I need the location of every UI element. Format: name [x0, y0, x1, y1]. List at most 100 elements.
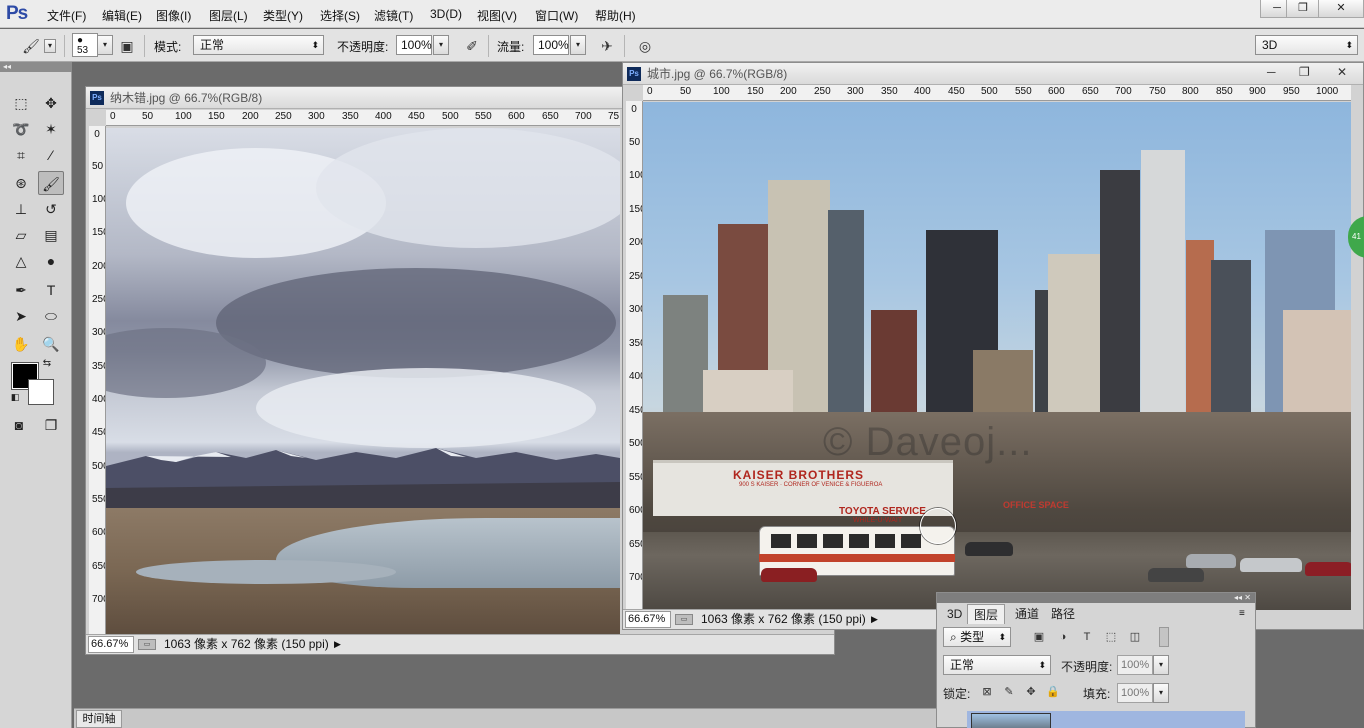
swap-colors-icon[interactable]: ⇆: [40, 357, 54, 371]
menu-layer[interactable]: 图层(L): [209, 7, 248, 24]
brush-tool-icon[interactable]: 🖌: [38, 171, 64, 195]
gradient-tool-icon[interactable]: ▤: [38, 223, 64, 247]
hand-tool-icon[interactable]: ✋: [8, 332, 34, 356]
tab-channels[interactable]: 通道: [1009, 604, 1045, 624]
path-selection-tool-icon[interactable]: ➤: [8, 304, 34, 328]
clone-stamp-tool-icon[interactable]: ⊥: [8, 197, 34, 221]
menu-type[interactable]: 类型(Y): [263, 7, 303, 24]
tab-paths[interactable]: 路径: [1045, 604, 1081, 624]
eraser-tool-icon[interactable]: ▱: [8, 223, 34, 247]
magic-wand-tool-icon[interactable]: ✶: [38, 117, 64, 141]
lock-transparent-icon[interactable]: ⊠: [979, 684, 995, 700]
toyota-sign: TOYOTA SERVICE: [839, 506, 926, 517]
lasso-tool-icon[interactable]: ➰: [8, 117, 34, 141]
menu-image[interactable]: 图像(I): [156, 7, 191, 24]
fill-input[interactable]: 100%: [1117, 683, 1153, 703]
layer-filter-select[interactable]: ⌕ 类型 ⬍: [943, 627, 1011, 647]
panel-menu-icon[interactable]: ≡: [1239, 608, 1245, 619]
opacity-input[interactable]: 100%: [396, 35, 432, 55]
flow-dropdown[interactable]: ▾: [570, 35, 586, 55]
brush-size-dropdown[interactable]: ▾: [97, 35, 113, 55]
menu-filter[interactable]: 滤镜(T): [374, 7, 413, 24]
lock-position-icon[interactable]: ✥: [1023, 684, 1039, 700]
filter-shape-icon[interactable]: ⬚: [1103, 629, 1119, 645]
fill-dropdown[interactable]: ▾: [1153, 683, 1169, 703]
filter-adjustment-icon[interactable]: ◑: [1055, 629, 1071, 645]
doc-info-icon[interactable]: ▭: [138, 639, 156, 650]
doc-restore-button[interactable]: ❐: [1299, 65, 1310, 79]
canvas-image-namtso-lake[interactable]: [106, 128, 620, 635]
blend-mode-select[interactable]: 正常 ⬍: [943, 655, 1051, 675]
dodge-tool-icon[interactable]: ●: [38, 249, 64, 273]
ellipse-tool-icon[interactable]: ⬭: [38, 304, 64, 328]
quick-mask-icon[interactable]: ◙: [6, 413, 32, 437]
document-dimensions: 1063 像素 x 762 像素 (150 ppi): [164, 637, 329, 651]
canvas-image-city-skyline[interactable]: © Daveoj... KAISER BROTHERS 900 S KAISER…: [643, 102, 1351, 610]
lock-all-icon[interactable]: 🔒: [1045, 684, 1061, 700]
brush-panel-toggle-icon[interactable]: ▣: [118, 37, 136, 55]
status-menu-arrow-icon[interactable]: ▶: [334, 635, 341, 654]
marquee-tool-icon[interactable]: ⬚: [8, 91, 34, 115]
crop-tool-icon[interactable]: ⌗: [8, 143, 34, 167]
filter-smart-object-icon[interactable]: ◫: [1127, 629, 1143, 645]
horizontal-ruler[interactable]: 0 50 100 150 200 250 300 350 400 450 500…: [643, 85, 1351, 101]
airbrush-icon[interactable]: ✈: [598, 37, 616, 55]
tools-panel-collapse-icon[interactable]: ◂◂: [0, 62, 72, 72]
filter-pixel-icon[interactable]: ▣: [1031, 629, 1047, 645]
tab-layers[interactable]: 图层: [967, 604, 1006, 624]
document-title: 城市.jpg @ 66.7%(RGB/8): [647, 67, 788, 81]
workspace-select[interactable]: 3D ⬍: [1255, 35, 1358, 55]
menu-view[interactable]: 视图(V): [477, 7, 517, 24]
layer-opacity-input[interactable]: 100%: [1117, 655, 1153, 675]
flow-input[interactable]: 100%: [533, 35, 569, 55]
blur-tool-icon[interactable]: △: [8, 249, 34, 273]
ruler-tick: 400: [629, 371, 642, 382]
panel-collapse-icon[interactable]: ◂◂ ✕: [937, 593, 1255, 603]
menu-help[interactable]: 帮助(H): [595, 7, 636, 24]
type-tool-icon[interactable]: T: [38, 278, 64, 302]
screen-mode-icon[interactable]: ❐: [38, 413, 64, 437]
pressure-size-icon[interactable]: ◎: [636, 37, 654, 55]
move-tool-icon[interactable]: ✥: [38, 91, 64, 115]
horizontal-ruler[interactable]: 0 50 100 150 200 250 300 350 400 450 500…: [106, 110, 620, 126]
zoom-field[interactable]: 66.67%: [625, 611, 671, 628]
document-tab-city[interactable]: Ps 城市.jpg @ 66.7%(RGB/8): [623, 63, 1363, 85]
menu-window[interactable]: 窗口(W): [535, 7, 578, 24]
layer-opacity-dropdown[interactable]: ▾: [1153, 655, 1169, 675]
brush-size-picker[interactable]: ● 53: [72, 33, 98, 57]
healing-brush-tool-icon[interactable]: ⊛: [8, 171, 34, 195]
tab-3d[interactable]: 3D: [941, 604, 968, 624]
background-color-swatch[interactable]: [28, 379, 54, 405]
pen-tool-icon[interactable]: ✒: [8, 278, 34, 302]
filter-toggle[interactable]: [1159, 627, 1169, 647]
doc-minimize-button[interactable]: ─: [1267, 65, 1276, 79]
history-brush-tool-icon[interactable]: ↺: [38, 197, 64, 221]
zoom-tool-icon[interactable]: 🔍: [38, 332, 64, 356]
layer-thumbnail[interactable]: [971, 713, 1051, 728]
mode-select[interactable]: 正常 ⬍: [193, 35, 324, 55]
vertical-ruler[interactable]: 0 50 100 150 200 250 300 350 400 450 500…: [626, 101, 643, 610]
menu-edit[interactable]: 编辑(E): [102, 7, 142, 24]
eyedropper-tool-icon[interactable]: ⁄: [38, 143, 64, 167]
lock-label: 锁定:: [943, 687, 971, 701]
menu-3d[interactable]: 3D(D): [430, 7, 462, 21]
doc-info-icon[interactable]: ▭: [675, 614, 693, 625]
status-menu-arrow-icon[interactable]: ▶: [871, 610, 878, 629]
default-colors-icon[interactable]: ◧: [8, 390, 22, 404]
menu-file[interactable]: 文件(F): [47, 7, 86, 24]
menu-select[interactable]: 选择(S): [320, 7, 360, 24]
close-button[interactable]: ✕: [1318, 0, 1364, 18]
bus-window: [849, 534, 869, 548]
lock-image-icon[interactable]: ✎: [1001, 684, 1017, 700]
zoom-field[interactable]: 66.67%: [88, 636, 134, 653]
doc-close-button[interactable]: ✕: [1337, 65, 1347, 79]
tab-timeline[interactable]: 时间轴: [76, 710, 122, 728]
opacity-dropdown[interactable]: ▾: [433, 35, 449, 55]
pressure-opacity-icon[interactable]: ✐: [463, 37, 481, 55]
brush-preset-dropdown[interactable]: ▾: [44, 39, 56, 53]
restore-button[interactable]: ❐: [1286, 0, 1320, 18]
office-space-sign: OFFICE SPACE: [1003, 500, 1069, 510]
filter-type-icon[interactable]: T: [1079, 629, 1095, 645]
brush-tool-preset-icon[interactable]: 🖌: [22, 37, 40, 55]
vertical-ruler[interactable]: 0 50 100 150 200 250 300 350 400 450 500…: [89, 126, 106, 635]
